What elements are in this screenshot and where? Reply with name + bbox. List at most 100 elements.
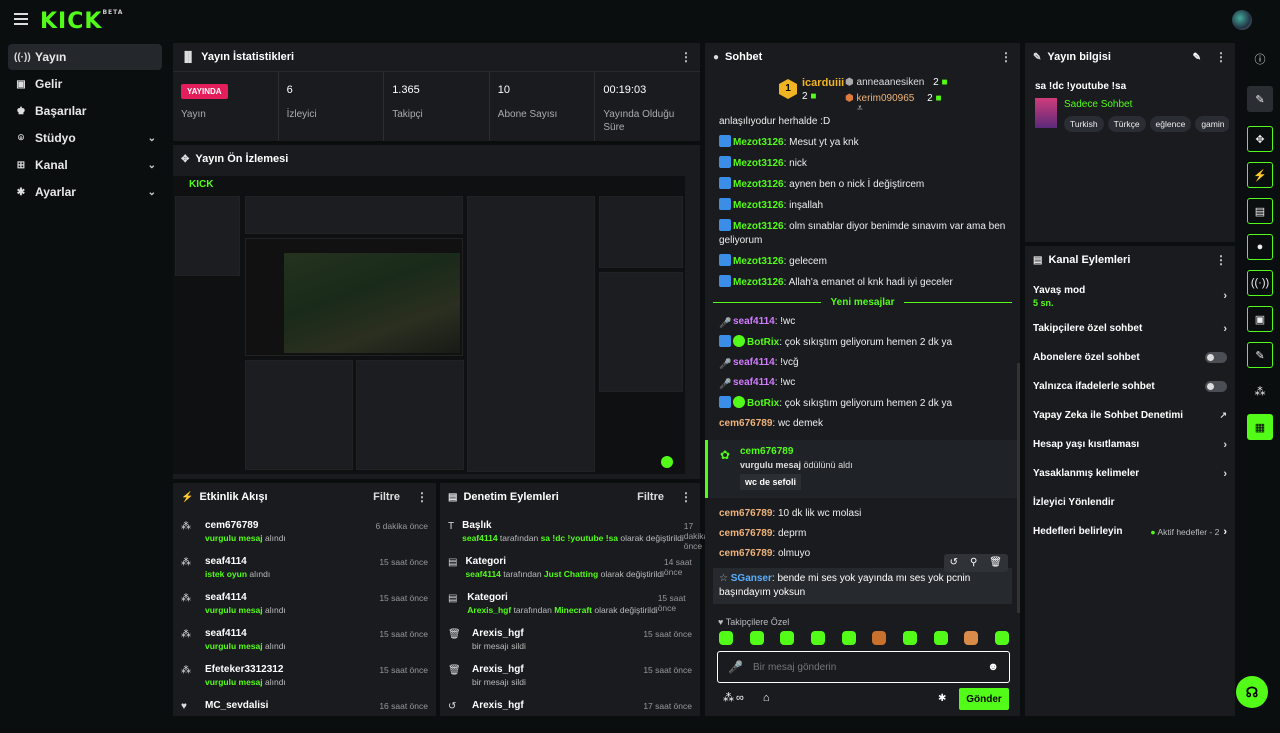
chat-username[interactable]: Mezot3126 [733, 256, 784, 267]
trash-icon[interactable]: 🗑 [983, 554, 1008, 572]
undo-icon[interactable]: ↺ [944, 554, 964, 572]
activity-row[interactable]: ⁂ seaf4114 istek oyun alındı 15 saat önce [173, 553, 436, 589]
emote-icon[interactable] [872, 631, 887, 645]
edit-icon[interactable]: ✎ [1193, 52, 1201, 63]
preview-toggle-icon[interactable]: ✥ [1247, 126, 1273, 152]
chat-message[interactable]: 🎤 seaf4114: !vcğ [705, 353, 1020, 373]
chat-message[interactable]: Mezot3126: aynen ben o nick İ değiştirce… [705, 174, 1020, 195]
chat-username[interactable]: Mezot3126 [733, 277, 784, 288]
chat-input[interactable] [752, 661, 988, 673]
chat-message[interactable]: 🎤 seaf4114: !wc [705, 373, 1020, 393]
chat-message[interactable]: Mezot3126: Allah'a emanet ol knk hadi iy… [705, 272, 1020, 293]
moderation-row[interactable]: 🗑 Arexis_hgf bir mesajı sildi 15 saat önce [440, 661, 700, 697]
tag-chip[interactable]: Türkçe [1107, 116, 1146, 132]
top-gifter-1[interactable]: ⬢ anneaanesiken 2 ■ [845, 77, 948, 88]
toggle-switch[interactable] [1205, 352, 1227, 363]
hovered-chat-message[interactable]: ☆ SGanser: bende mi ses yok yayında mı s… [713, 554, 1012, 604]
sidebar-item[interactable]: ▣ Gelir [8, 71, 162, 97]
sidebar-item[interactable]: ⊞ Kanal ⌄ [8, 152, 162, 178]
emote-icon[interactable] [902, 631, 917, 645]
document-toggle-icon[interactable]: ▤ [1247, 198, 1273, 224]
support-headset-icon[interactable]: ☊ [1236, 676, 1268, 708]
activity-row[interactable]: ⁂ seaf4114 vurgulu mesaj alındı 15 saat önc… [173, 625, 436, 661]
chat-message[interactable]: BotRix: çok sıkıştım geliyorum hemen 2 d… [705, 393, 1020, 414]
chat-username[interactable]: seaf4114 [733, 377, 775, 388]
tag-chip[interactable]: eğlence [1149, 116, 1192, 132]
activity-row[interactable]: ♥ MC_sevdalisi 16 saat önce [173, 697, 436, 733]
new-messages-divider[interactable]: Yeni mesajlar [713, 297, 1012, 308]
moderation-row[interactable]: ↺ Arexis_hgf 17 saat önce [440, 697, 700, 733]
stats-more-icon[interactable]: ⋮ [680, 50, 692, 64]
channel-action-row[interactable]: Hesap yaşı kısıtlaması › [1025, 430, 1235, 459]
chat-message[interactable]: Mezot3126: gelecem [705, 251, 1020, 272]
moderation-row[interactable]: T Başlık seaf4114 tarafından sa !dc !youtu… [440, 517, 708, 553]
layout-toggle-icon[interactable]: ▣ [1247, 306, 1273, 332]
pin-icon[interactable]: ⚲ [964, 554, 983, 572]
emote-icon[interactable] [994, 631, 1009, 645]
chat-username[interactable]: Mezot3126 [733, 221, 784, 232]
activity-row[interactable]: ⁂ seaf4114 vurgulu mesaj alındı 15 saat önc… [173, 589, 436, 625]
channel-action-row[interactable]: İzleyici Yönlendir [1025, 488, 1235, 517]
sidebar-item[interactable]: ⌾ Stüdyo ⌄ [8, 125, 162, 151]
game-toggle-icon[interactable]: ▦ [1247, 414, 1273, 440]
activity-row[interactable]: ⁂ Efeteker3312312 vurgulu mesaj alındı 15 s… [173, 661, 436, 697]
chat-username[interactable]: cem676789 [719, 548, 772, 559]
moderation-row[interactable]: ▤ Kategori seaf4114 tarafından Just Chatti… [440, 553, 700, 589]
chat-message[interactable]: cem676789: deprm [705, 524, 1020, 544]
chevron-down-icon[interactable]: ⌄ [148, 187, 156, 198]
moderation-filter-button[interactable]: Filtre [637, 491, 664, 503]
sidebar-item[interactable]: ✱ Ayarlar ⌄ [8, 179, 162, 205]
community-icon[interactable]: ⁂ [1247, 378, 1273, 404]
menu-icon[interactable] [14, 13, 28, 25]
collapse-icon[interactable]: ⩡ [857, 103, 863, 114]
chevron-down-icon[interactable]: ⌄ [148, 133, 156, 144]
info-icon[interactable]: ⓘ [1247, 46, 1273, 72]
infinity-icon[interactable]: ∞ [736, 692, 744, 704]
channel-action-row[interactable]: Yavaş mod 5 sn. › [1025, 278, 1235, 314]
moderation-row[interactable]: 🗑 Arexis_hgf bir mesajı sildi 15 saat önce [440, 625, 700, 661]
wrench-toggle-icon[interactable]: ✎ [1247, 342, 1273, 368]
chat-username[interactable]: BotRix [747, 337, 779, 348]
tag-chip[interactable]: gamin [1195, 116, 1229, 132]
user-avatar[interactable] [1232, 10, 1252, 30]
pencil-icon[interactable]: ✎ [1247, 86, 1273, 112]
chat-username[interactable]: Mezot3126 [733, 200, 784, 211]
broadcast-toggle-icon[interactable]: ((·)) [1247, 270, 1273, 296]
chat-scrollbar[interactable] [1017, 363, 1020, 613]
mic-icon[interactable]: 🎤 [728, 660, 743, 674]
category-thumbnail[interactable] [1035, 98, 1057, 128]
emote-icon[interactable] [749, 631, 764, 645]
chat-message[interactable]: Mezot3126: olm sınablar diyor benimde sı… [705, 216, 1020, 251]
chat-message[interactable]: BotRix: çok sıkıştım geliyorum hemen 2 d… [705, 332, 1020, 353]
emote-icon[interactable] [719, 631, 733, 645]
chat-username[interactable]: cem676789 [719, 418, 772, 429]
emote-icon[interactable] [964, 631, 979, 645]
activity-row[interactable]: ⁂ cem676789 vurgulu mesaj alındı 6 dakika ö… [173, 517, 436, 553]
channel-action-row[interactable]: Takipçilere özel sohbet › [1025, 314, 1235, 343]
store-icon[interactable]: ⌂ [763, 692, 770, 704]
chat-username[interactable]: Mezot3126 [733, 158, 784, 169]
activity-filter-button[interactable]: Filtre [373, 491, 400, 503]
chat-username[interactable]: cem676789 [719, 528, 772, 539]
lightning-toggle-icon[interactable]: ⚡ [1247, 162, 1273, 188]
points-icon[interactable]: ⁂ [723, 692, 734, 704]
chat-username[interactable]: seaf4114 [733, 316, 775, 327]
channel-action-row[interactable]: Yasaklanmış kelimeler › [1025, 459, 1235, 488]
chat-message[interactable]: Mezot3126: nick [705, 153, 1020, 174]
leader-name[interactable]: icarduiii [802, 77, 844, 89]
moderation-row[interactable]: ▤ Kategori Arexis_hgf tarafından Minecraft… [440, 589, 700, 625]
chat-username[interactable]: seaf4114 [733, 357, 775, 368]
toggle-switch[interactable] [1205, 381, 1227, 392]
sidebar-item[interactable]: ((·)) Yayın [8, 44, 162, 70]
chat-message[interactable]: 🎤 seaf4114: !wc [705, 312, 1020, 332]
channel-action-row[interactable]: Hedefleri belirleyin ● Aktif hedefler - 2… [1025, 517, 1235, 546]
chat-input-box[interactable]: 🎤 ☻ [717, 651, 1010, 683]
chat-username[interactable]: Mezot3126 [733, 137, 784, 148]
moderation-more-icon[interactable]: ⋮ [680, 490, 692, 504]
send-button[interactable]: Gönder [959, 688, 1009, 710]
sidebar-item[interactable]: ♚ Başarılar [8, 98, 162, 124]
highlighted-message[interactable]: ✿ cem676789 vurgulu mesaj ödülünü aldı w… [705, 440, 1020, 498]
emote-icon[interactable] [810, 631, 825, 645]
chat-message[interactable]: Mezot3126: inşallah [705, 195, 1020, 216]
chat-settings-icon[interactable]: ✱ [938, 693, 946, 704]
